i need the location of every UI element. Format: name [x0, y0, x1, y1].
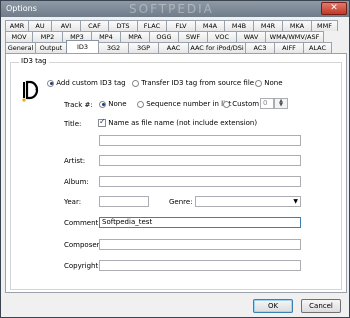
tab-m4b[interactable]: M4B	[224, 20, 254, 31]
tab-general[interactable]: General	[5, 42, 36, 53]
tab-3gp[interactable]: 3GP	[128, 42, 159, 53]
id3-tag-group: ID3 tag 2 Add custom ID3 tag Transfer ID…	[10, 57, 342, 290]
none-radio[interactable]	[255, 79, 262, 87]
tab-aiff[interactable]: AIFF	[274, 42, 304, 53]
tab-3g2[interactable]: 3G2	[98, 42, 129, 53]
tab-alac[interactable]: ALAC	[303, 42, 332, 53]
transfer-radio[interactable]	[132, 79, 139, 87]
tab-au[interactable]: AU	[28, 20, 52, 31]
tab-mmf[interactable]: MMF	[311, 20, 338, 31]
close-button[interactable]: ✕	[321, 2, 347, 15]
track-stepper[interactable]: ▲ ▼	[274, 98, 288, 109]
track-sequence-option[interactable]: Sequence number in list	[137, 100, 231, 108]
copyright-label: Copyright:	[64, 262, 101, 270]
album-label: Album:	[64, 178, 89, 186]
year-label: Year:	[64, 198, 82, 206]
close-icon: ✕	[330, 3, 338, 13]
tab-wma-wmv-asf[interactable]: WMA/WMV/ASF	[265, 31, 324, 42]
year-field[interactable]	[99, 196, 149, 207]
window-title: Options	[6, 4, 37, 13]
track-sequence-label: Sequence number in list	[146, 100, 232, 108]
options-dialog: Options SOFTPEDIA ✕ AMR AU AVI CAF DTS F…	[0, 0, 350, 318]
tab-row-3: General Output ID3 3G2 3GP AAC AAC for i…	[5, 40, 332, 53]
tab-aac[interactable]: AAC	[158, 42, 189, 53]
tab-amr[interactable]: AMR	[5, 20, 29, 31]
track-custom-input[interactable]: 0	[260, 98, 274, 109]
title-bar[interactable]: Options SOFTPEDIA ✕	[1, 1, 349, 17]
title-field[interactable]	[99, 135, 301, 146]
add-custom-label: Add custom ID3 tag	[56, 79, 126, 87]
track-none-label: None	[108, 100, 127, 108]
track-label: Track #:	[64, 101, 93, 109]
tab-flv[interactable]: FLV	[166, 20, 196, 31]
album-field[interactable]	[99, 176, 301, 187]
comment-label: Comment:	[64, 219, 101, 227]
tab-mka[interactable]: MKA	[282, 20, 312, 31]
tab-aac-ipod-dsi[interactable]: AAC for iPod/DSi	[188, 42, 246, 53]
no-id3-option[interactable]: None	[255, 79, 283, 87]
title-filename-label: Name as file name (not include extension…	[108, 119, 258, 127]
tab-mp2[interactable]: MP2	[32, 31, 63, 42]
id3-panel: ID3 tag 2 Add custom ID3 tag Transfer ID…	[5, 53, 347, 293]
tab-wav[interactable]: WAV	[236, 31, 266, 42]
copyright-field[interactable]	[99, 260, 301, 271]
softpedia-watermark: SOFTPEDIA	[129, 2, 214, 16]
track-sequence-radio[interactable]	[137, 100, 144, 108]
tab-ac3[interactable]: AC3	[245, 42, 275, 53]
transfer-id3-option[interactable]: Transfer ID3 tag from source file	[132, 79, 254, 87]
tab-row-2: MOV MP2 MP3 MP4 MPA OGG SWF VOC WAV WMA/…	[5, 31, 324, 42]
comment-field[interactable]: Softpedia_test	[99, 217, 301, 228]
title-filename-checkbox[interactable]	[98, 117, 106, 127]
track-none-radio[interactable]	[99, 100, 106, 108]
composer-field[interactable]	[99, 239, 301, 250]
add-custom-radio[interactable]	[47, 79, 54, 87]
tab-flac[interactable]: FLAC	[137, 20, 167, 31]
tab-avi[interactable]: AVI	[51, 20, 81, 31]
ok-button[interactable]: OK	[253, 299, 293, 313]
title-label: Title:	[64, 120, 82, 128]
svg-text:2: 2	[35, 86, 38, 92]
tab-output[interactable]: Output	[35, 42, 67, 53]
track-custom-option[interactable]: Custom	[223, 100, 259, 108]
chevron-down-icon[interactable]: ▼	[293, 197, 298, 206]
transfer-label: Transfer ID3 tag from source file	[141, 79, 255, 87]
composer-label: Composer:	[64, 241, 102, 249]
add-custom-id3-option[interactable]: Add custom ID3 tag	[47, 79, 126, 87]
tab-ogg[interactable]: OGG	[149, 31, 179, 42]
genre-label: Genre:	[169, 198, 193, 206]
tab-swf[interactable]: SWF	[178, 31, 208, 42]
tab-dts[interactable]: DTS	[108, 20, 138, 31]
id3-logo-icon: 2	[22, 80, 38, 102]
none-label: None	[264, 79, 283, 87]
artist-label: Artist:	[64, 157, 86, 165]
tab-voc[interactable]: VOC	[207, 31, 237, 42]
tab-m4r[interactable]: M4R	[253, 20, 283, 31]
tab-row-1: AMR AU AVI CAF DTS FLAC FLV M4A M4B M4R …	[5, 20, 338, 31]
artist-field[interactable]	[99, 155, 301, 166]
tab-mov[interactable]: MOV	[5, 31, 33, 42]
track-none-option[interactable]: None	[99, 100, 127, 108]
id3-group-title: ID3 tag	[19, 57, 49, 65]
tab-caf[interactable]: CAF	[80, 20, 109, 31]
cancel-button[interactable]: Cancel	[301, 299, 341, 313]
tab-mpa[interactable]: MPA	[120, 31, 150, 42]
tab-m4a[interactable]: M4A	[195, 20, 225, 31]
tab-id3[interactable]: ID3	[66, 40, 99, 53]
genre-dropdown[interactable]: ▼	[195, 196, 301, 207]
track-custom-label: Custom	[232, 100, 260, 108]
track-custom-radio[interactable]	[223, 100, 230, 108]
title-filename-option[interactable]: Name as file name (not include extension…	[98, 117, 258, 127]
